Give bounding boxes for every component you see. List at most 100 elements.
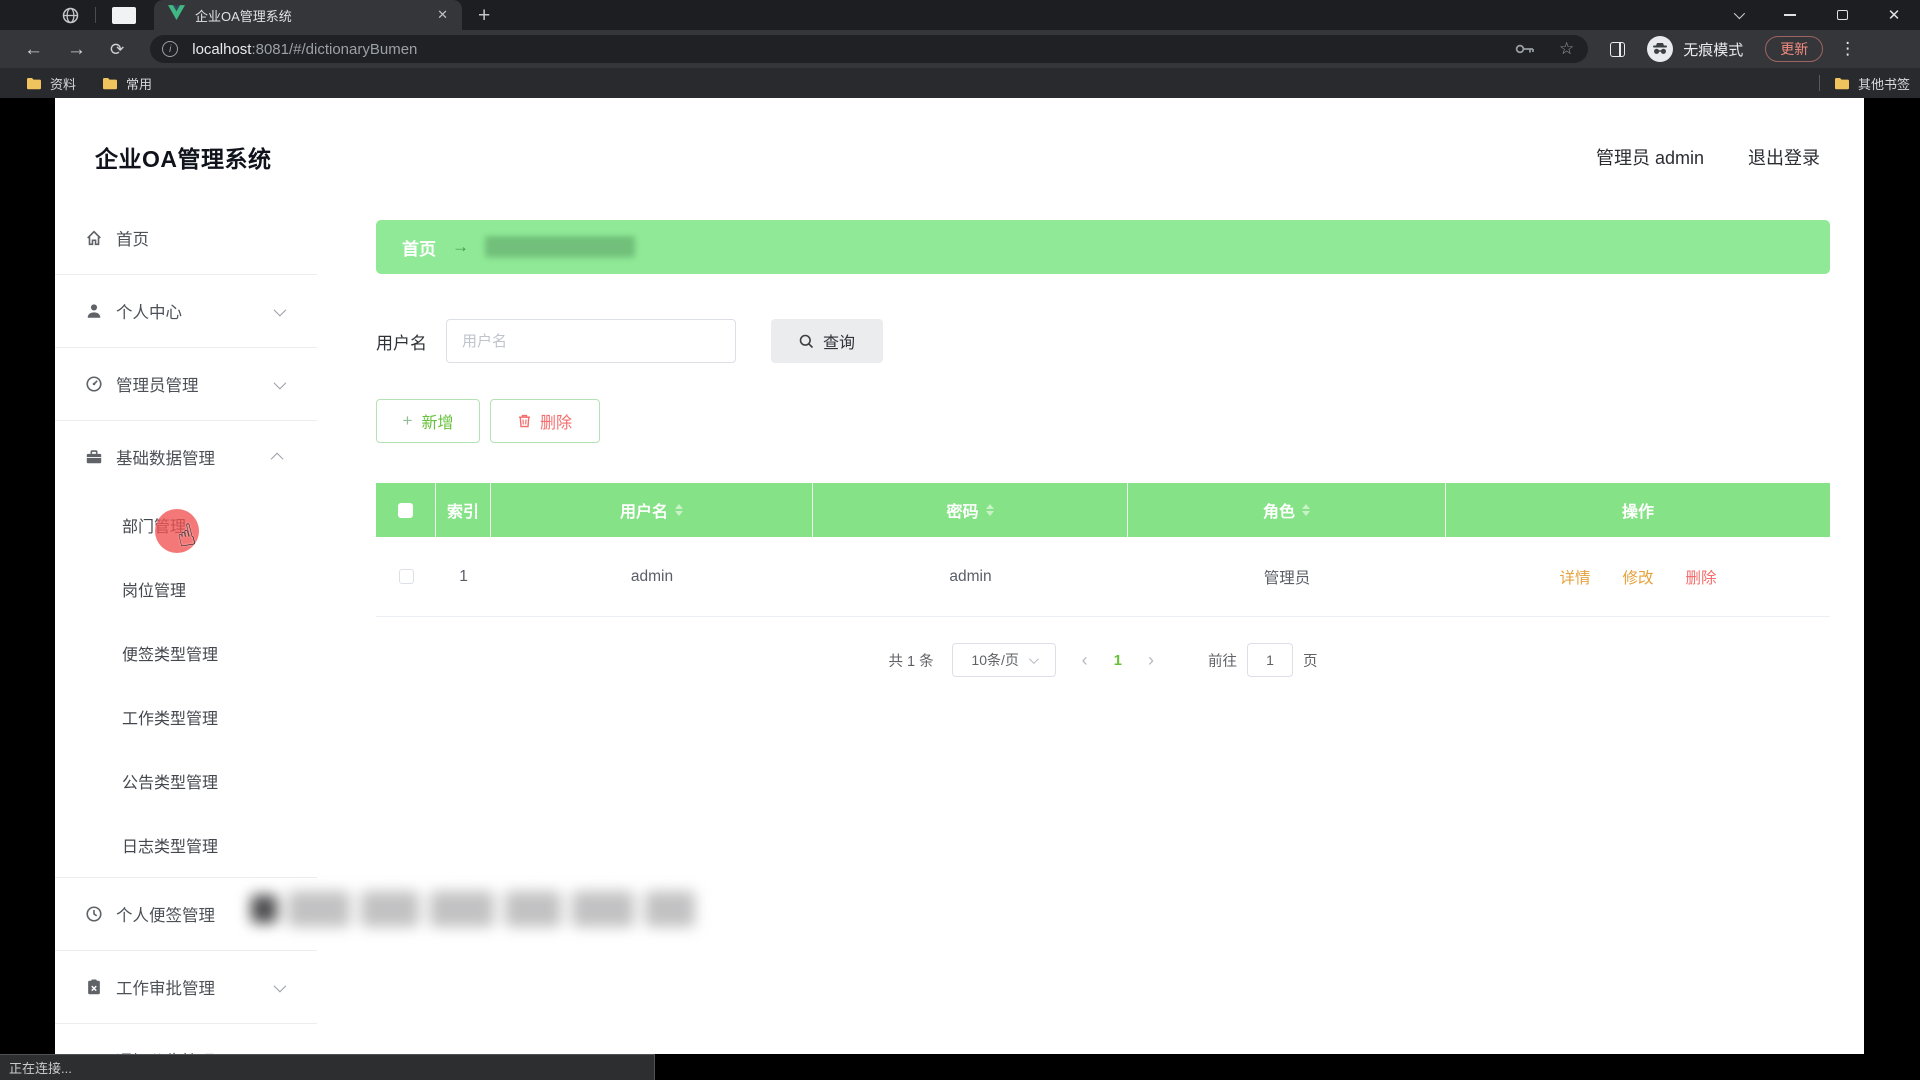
bookmark-label: 资料 (50, 74, 76, 93)
sidebar-subitem-label: 工作类型管理 (122, 705, 218, 729)
cell-password: admin (813, 537, 1128, 616)
bookmark-folder-1[interactable]: 资料 (26, 74, 76, 93)
sidebar-subitem-label: 便签类型管理 (122, 641, 218, 665)
sidebar-item-label: 管理员管理 (116, 372, 274, 396)
breadcrumb-home[interactable]: 首页 (402, 235, 436, 260)
add-button[interactable]: + 新增 (376, 399, 480, 443)
sidebar-subitem-log-type[interactable]: 日志类型管理 (55, 813, 317, 877)
chevron-down-icon (274, 376, 287, 389)
edit-link[interactable]: 修改 (1622, 566, 1653, 588)
select-all-cell[interactable] (376, 483, 436, 537)
minimize-icon[interactable] (1764, 14, 1816, 16)
prev-page-icon[interactable]: ‹ (1082, 650, 1088, 671)
sidebar-subitem-label: 岗位管理 (122, 577, 186, 601)
trash-icon (518, 414, 531, 428)
bookmark-star-icon[interactable]: ☆ (1559, 39, 1574, 59)
sidebar-item-label: 基础数据管理 (116, 445, 274, 469)
breadcrumb-current-blurred (485, 237, 635, 257)
divider (95, 7, 96, 23)
sort-icons[interactable] (986, 500, 994, 520)
detail-link[interactable]: 详情 (1559, 566, 1590, 588)
globe-icon[interactable] (62, 7, 79, 24)
gauge-icon (85, 375, 103, 393)
add-button-label: 新增 (421, 409, 453, 433)
header-role[interactable]: 角色 (1128, 483, 1446, 537)
sidebar-subitem-note-type[interactable]: 便签类型管理 (55, 621, 317, 685)
divider (1819, 75, 1820, 91)
address-bar[interactable]: i localhost:8081/#/dictionaryBumen ☆ (150, 35, 1588, 63)
restore-icon[interactable] (1816, 10, 1868, 20)
split-tab-icon[interactable] (1610, 42, 1625, 57)
goto-page-input[interactable] (1247, 643, 1293, 677)
bookmark-folder-2[interactable]: 常用 (102, 74, 152, 93)
cell-index: 1 (436, 537, 491, 616)
white-square-icon[interactable] (112, 7, 136, 24)
goto-label: 前往 (1208, 650, 1237, 671)
update-button[interactable]: 更新 (1765, 36, 1823, 62)
chevron-down-icon (274, 303, 287, 316)
plus-icon: + (403, 411, 413, 431)
folder-icon (1834, 77, 1850, 90)
delete-link[interactable]: 删除 (1686, 566, 1717, 588)
app-title: 企业OA管理系统 (95, 140, 272, 174)
sort-icons[interactable] (1302, 500, 1310, 520)
next-page-icon[interactable]: › (1148, 650, 1154, 671)
window-menu-chevron-icon[interactable] (1712, 11, 1764, 19)
folder-icon (102, 77, 118, 90)
tab-close-icon[interactable]: ✕ (433, 7, 452, 23)
sidebar-item-personal-center[interactable]: 个人中心 (55, 275, 317, 347)
table-actions: + 新增 删除 (376, 399, 1830, 443)
header-label: 用户名 (620, 498, 668, 522)
incognito-icon (1647, 36, 1673, 62)
url-text[interactable]: localhost:8081/#/dictionaryBumen (192, 41, 1515, 58)
header-index: 索引 (436, 483, 491, 537)
header-password[interactable]: 密码 (813, 483, 1128, 537)
close-icon[interactable]: ✕ (1868, 6, 1920, 24)
forward-icon[interactable]: → (67, 40, 86, 59)
tab-title: 企业OA管理系统 (195, 6, 433, 25)
sort-icons[interactable] (675, 500, 683, 520)
reload-icon[interactable]: ⟳ (110, 41, 124, 58)
sidebar-item-admin-management[interactable]: 管理员管理 (55, 348, 317, 420)
page-size-select[interactable]: 10条/页 (952, 643, 1056, 677)
browser-toolbar: ← → ⟳ i localhost:8081/#/dictionaryBumen… (0, 30, 1920, 68)
sidebar-subitem-notice-type[interactable]: 公告类型管理 (55, 749, 317, 813)
user-icon (85, 302, 103, 320)
other-bookmarks[interactable]: 其他书签 (1819, 74, 1910, 93)
delete-button[interactable]: 删除 (490, 399, 600, 443)
row-checkbox[interactable] (399, 569, 414, 584)
query-button-label: 查询 (823, 329, 855, 353)
sidebar-subitem-post[interactable]: 岗位管理 (55, 557, 317, 621)
bookmarks-bar: 资料 常用 其他书签 (0, 68, 1920, 98)
sidebar-item-notice-management[interactable]: 通知公告管理 (55, 1024, 317, 1054)
clipboard-icon (85, 978, 103, 996)
table-header-row: 索引 用户名 密码 角色 操作 (376, 483, 1830, 537)
logout-link[interactable]: 退出登录 (1748, 144, 1820, 170)
current-page[interactable]: 1 (1114, 652, 1122, 669)
cell-operations: 详情 修改 删除 (1446, 537, 1830, 616)
row-select-cell[interactable] (376, 537, 436, 616)
screen: 企业OA管理系统 ✕ + ✕ ← → ⟳ i localhost:8081/#/… (0, 0, 1920, 1080)
goto-page: 前往 页 (1208, 643, 1318, 677)
sidebar-subitem-department[interactable]: 部门管理 ☝ (55, 493, 317, 557)
sidebar-subitem-work-type[interactable]: 工作类型管理 (55, 685, 317, 749)
sidebar-item-base-data[interactable]: 基础数据管理 (55, 421, 317, 493)
site-info-icon[interactable]: i (162, 41, 178, 57)
back-icon[interactable]: ← (24, 40, 43, 59)
header-label: 角色 (1263, 498, 1295, 522)
status-bar: 正在连接... (0, 1054, 655, 1080)
query-button[interactable]: 查询 (771, 319, 883, 363)
cell-role: 管理员 (1128, 537, 1446, 616)
username-search-input[interactable] (446, 319, 736, 363)
browser-menu-icon[interactable]: ⋮ (1839, 39, 1856, 59)
sidebar-item-work-approval[interactable]: 工作审批管理 (55, 951, 317, 1023)
header-username[interactable]: 用户名 (491, 483, 813, 537)
sidebar-subitem-label: 日志类型管理 (122, 833, 218, 857)
browser-tab[interactable]: 企业OA管理系统 ✕ (154, 0, 462, 30)
select-all-checkbox[interactable] (398, 503, 413, 518)
page-size-value: 10条/页 (971, 650, 1018, 670)
new-tab-button[interactable]: + (478, 5, 490, 26)
cell-username: admin (491, 537, 813, 616)
password-key-icon[interactable] (1515, 43, 1535, 55)
sidebar-item-home[interactable]: 首页 (55, 202, 317, 274)
